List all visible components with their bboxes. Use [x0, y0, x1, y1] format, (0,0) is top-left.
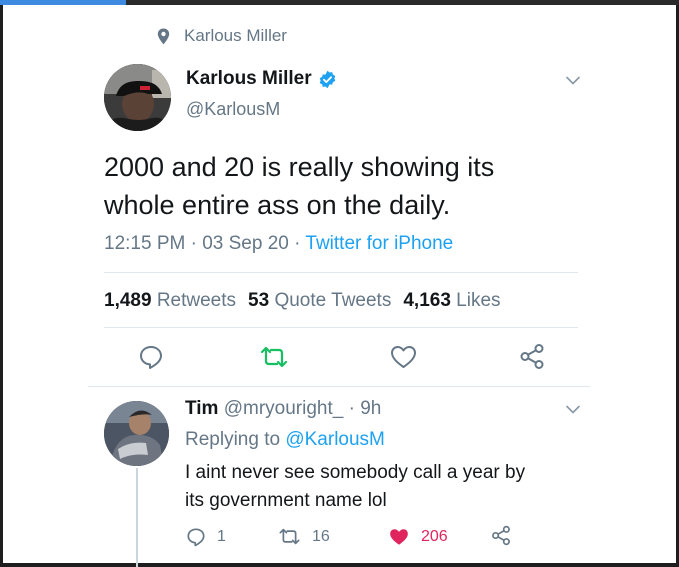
replying-mention-link[interactable]: @KarlousM — [285, 429, 385, 450]
reply-time[interactable]: 9h — [360, 398, 381, 419]
reply-like-button[interactable]: 206 — [388, 527, 448, 547]
tweet-text-line: whole entire ass on the daily. — [104, 190, 451, 220]
frame-bottom-edge — [0, 563, 679, 567]
tweet-author[interactable]: Karlous Miller @KarlousM — [186, 68, 337, 120]
quote-tweets-label: Quote Tweets — [274, 290, 392, 311]
reply-author-name[interactable]: Tim — [185, 398, 218, 419]
liked-heart-icon — [390, 529, 408, 545]
reply-header: Tim @mryouright_ · 9h — [185, 398, 381, 420]
avatar-image — [104, 64, 171, 131]
retweets-count: 1,489 — [104, 290, 152, 311]
reply-retweet-count: 16 — [312, 527, 330, 545]
tweet-meta: 12:15 PM · 03 Sep 20 · Twitter for iPhon… — [104, 233, 453, 255]
reply-avatar[interactable] — [104, 401, 169, 466]
retweet-icon[interactable] — [259, 345, 289, 369]
reply-icon — [187, 528, 205, 547]
retweets-stat[interactable]: 1,489 Retweets — [104, 290, 236, 311]
chevron-down-icon[interactable] — [566, 405, 580, 414]
divider — [88, 386, 590, 387]
thread-line — [136, 468, 138, 567]
reply-text-line: I aint never see somebody call a year by — [185, 462, 526, 483]
reply-like-count: 206 — [421, 528, 448, 545]
quote-tweets-stat[interactable]: 53 Quote Tweets — [248, 290, 391, 311]
tweet-date[interactable]: 03 Sep 20 — [202, 233, 289, 254]
tweet-text-line: 2000 and 20 is really showing its — [104, 152, 495, 182]
verified-badge-icon — [319, 70, 335, 88]
location-context[interactable]: Karlous Miller — [157, 26, 287, 46]
reply-reply-button[interactable]: 1 — [186, 527, 226, 547]
tweet-time[interactable]: 12:15 PM — [104, 233, 185, 254]
tweet-text: 2000 and 20 is really showing its whole … — [104, 148, 574, 224]
share-icon[interactable] — [519, 343, 545, 370]
replying-to: Replying to @KarlousM — [185, 429, 385, 451]
reply-avatar-image — [104, 401, 169, 466]
chevron-down-icon[interactable] — [566, 76, 580, 85]
reply-reply-count: 1 — [217, 528, 226, 545]
retweets-label: Retweets — [156, 290, 237, 311]
like-heart-icon[interactable] — [390, 344, 417, 370]
quote-tweets-count: 53 — [248, 290, 270, 311]
reply-retweet-button[interactable]: 16 — [278, 527, 330, 546]
reply-text-line: its government name lol — [185, 490, 387, 511]
divider — [104, 327, 578, 328]
meta-separator: · — [185, 233, 203, 254]
meta-separator: · — [288, 233, 306, 254]
frame-left-edge — [0, 5, 3, 567]
location-pin-icon — [157, 28, 170, 44]
tweet-source-link[interactable]: Twitter for iPhone — [305, 233, 453, 254]
replying-label: Replying to — [185, 429, 286, 450]
reply-share-button[interactable] — [491, 525, 522, 546]
reply-icon[interactable] — [138, 344, 164, 370]
reply-author-handle[interactable]: @mryouright_ — [224, 398, 344, 419]
share-icon — [492, 525, 510, 546]
reply-separator: · — [343, 398, 361, 419]
reply-text: I aint never see somebody call a year by… — [185, 459, 585, 515]
retweet-icon — [279, 528, 300, 545]
divider — [104, 272, 578, 273]
top-bar — [0, 0, 679, 5]
likes-count: 4,163 — [403, 290, 451, 311]
author-display-name[interactable]: Karlous Miller — [186, 68, 312, 90]
likes-stat[interactable]: 4,163 Likes — [403, 290, 500, 311]
avatar[interactable] — [104, 64, 171, 131]
tweet-stats: 1,489 Retweets 53 Quote Tweets 4,163 Likes — [104, 290, 501, 312]
top-progress-bar — [0, 0, 126, 5]
author-handle[interactable]: @KarlousM — [186, 99, 337, 120]
likes-label: Likes — [456, 290, 501, 311]
location-label: Karlous Miller — [184, 26, 287, 45]
